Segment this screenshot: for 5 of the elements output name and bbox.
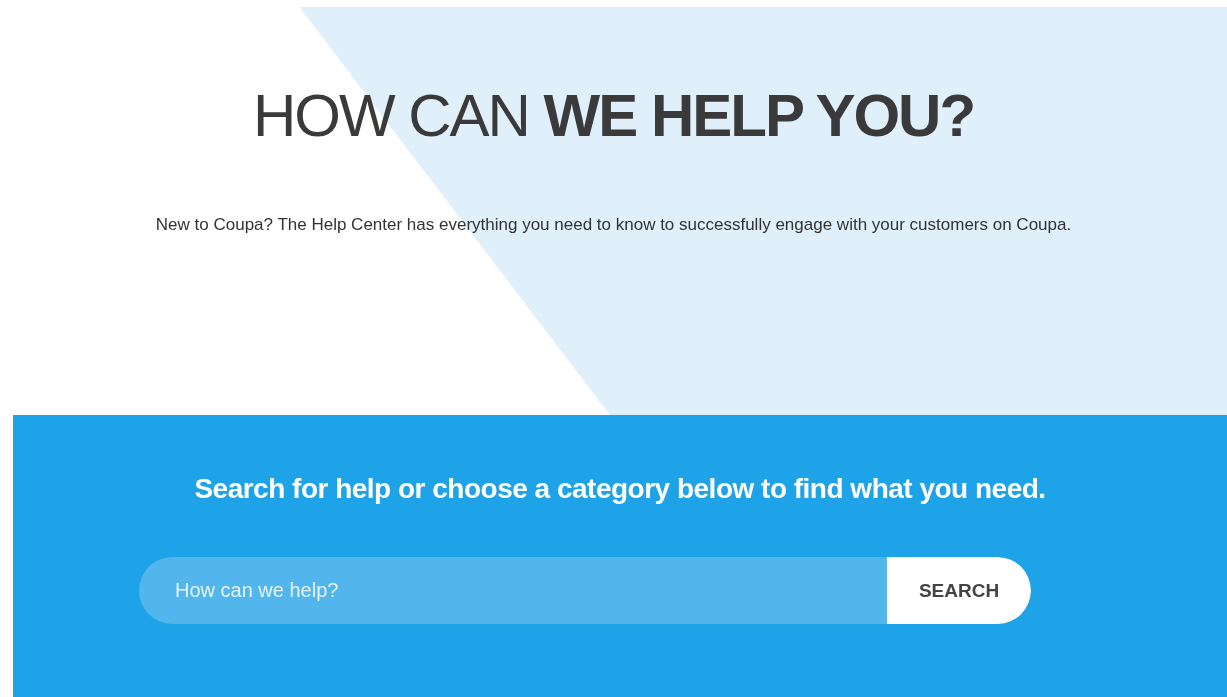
intro-text: New to Coupa? The Help Center has everything you need to know to successfully engage with your customers on Coupa.	[154, 214, 1073, 236]
page-title: HOW CAN WE HELP YOU?	[252, 83, 975, 149]
search-field[interactable]: How can we help? SEARCH	[139, 557, 1031, 624]
search-heading: Search for help or choose a category below to find what you need.	[194, 473, 1046, 505]
search-button[interactable]: SEARCH	[887, 557, 1031, 624]
